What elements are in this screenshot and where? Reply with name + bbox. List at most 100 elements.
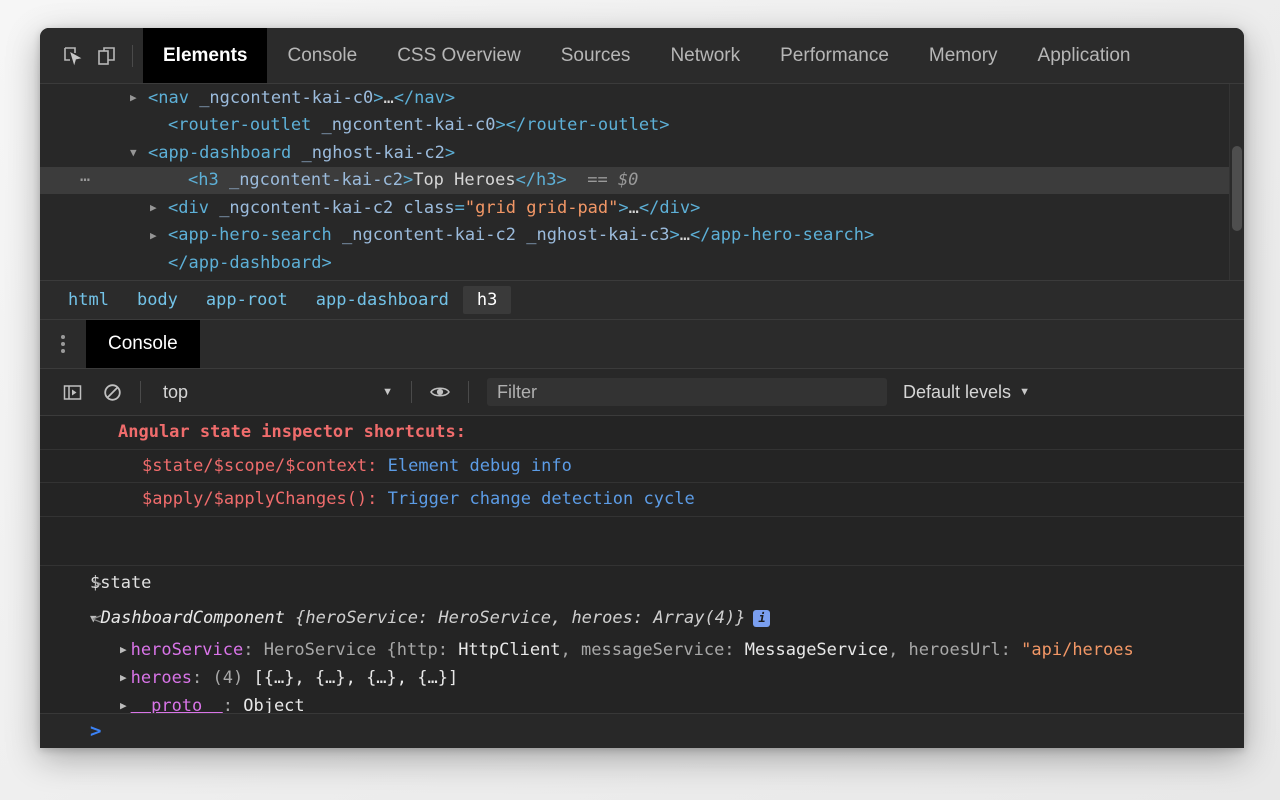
dom-token: = bbox=[455, 198, 465, 218]
tab-css-overview-label: CSS Overview bbox=[397, 45, 521, 67]
console-log-levels-select[interactable]: Default levels ▼ bbox=[903, 382, 1030, 403]
inspect-element-icon[interactable] bbox=[56, 41, 90, 71]
tab-sources[interactable]: Sources bbox=[541, 28, 651, 83]
tab-performance[interactable]: Performance bbox=[760, 28, 909, 83]
tab-css-overview[interactable]: CSS Overview bbox=[377, 28, 541, 83]
console-property-token: MessageService bbox=[745, 640, 888, 660]
console-input-gutter-icon: > bbox=[92, 574, 102, 593]
expand-triangle-icon[interactable]: ▶ bbox=[120, 699, 127, 712]
tab-application[interactable]: Application bbox=[1018, 28, 1151, 83]
dom-token: </app-hero-search> bbox=[690, 225, 874, 245]
dom-token: _nghost-kai-c2 bbox=[302, 143, 445, 163]
breadcrumb: html body app-root app-dashboard h3 bbox=[40, 280, 1244, 320]
console-message-row: $apply/$applyChanges(): Trigger change d… bbox=[40, 483, 1244, 517]
dom-token: _ngcontent-kai-c2 bbox=[229, 170, 403, 190]
console-empty-row bbox=[40, 517, 1244, 566]
expand-triangle-icon[interactable] bbox=[150, 202, 157, 213]
console-property-token: HttpClient bbox=[458, 640, 560, 660]
tab-console-label: Console bbox=[287, 45, 357, 67]
dom-tree-row[interactable]: <div _ngcontent-kai-c2 class="grid grid-… bbox=[40, 194, 1244, 222]
dom-token: ></router-outlet> bbox=[496, 115, 670, 135]
console-message-list: Angular state inspector shortcuts: $state… bbox=[40, 416, 1244, 517]
dom-tree-scrollbar-thumb[interactable] bbox=[1232, 146, 1242, 231]
breadcrumb-item-body[interactable]: body bbox=[123, 286, 192, 314]
breadcrumb-item-app-root[interactable]: app-root bbox=[192, 286, 302, 314]
dom-tree-row[interactable]: <router-outlet _ngcontent-kai-c0></route… bbox=[40, 112, 1244, 140]
console-filter-input[interactable] bbox=[487, 378, 887, 406]
dom-tree-row[interactable]: ⋯<h3 _ngcontent-kai-c2>Top Heroes</h3> =… bbox=[40, 167, 1244, 195]
dom-tree-row-clipped[interactable] bbox=[40, 277, 1244, 281]
expand-triangle-icon[interactable]: ▶ bbox=[120, 643, 127, 656]
console-result-gutter-icon: < bbox=[92, 609, 102, 628]
console-property-token: , messageService: bbox=[561, 640, 745, 660]
tab-memory[interactable]: Memory bbox=[909, 28, 1018, 83]
console-sidebar-icon[interactable] bbox=[52, 377, 92, 407]
console-input-echo: > $state bbox=[40, 566, 1244, 601]
drawer-tabbar: Console bbox=[40, 320, 1244, 369]
dom-token: > bbox=[403, 170, 413, 190]
dom-tree-row[interactable]: <app-dashboard _nghost-kai-c2> bbox=[40, 139, 1244, 167]
dom-tree-row[interactable]: <nav _ngcontent-kai-c0>…</nav> bbox=[40, 84, 1244, 112]
console-toolbar-divider bbox=[140, 381, 141, 403]
console-object-properties: ▶heroService: HeroService {http: HttpCli… bbox=[40, 636, 1244, 720]
console-context-select[interactable]: top ▼ bbox=[149, 382, 403, 403]
devtools-window: Elements Console CSS Overview Sources Ne… bbox=[40, 28, 1244, 748]
tab-network[interactable]: Network bbox=[650, 28, 760, 83]
clear-console-icon[interactable] bbox=[92, 377, 132, 407]
dom-token: > bbox=[445, 143, 455, 163]
console-property-row[interactable]: ▶heroService: HeroService {http: HttpCli… bbox=[40, 636, 1244, 664]
console-message-token: $apply/$applyChanges(): bbox=[142, 489, 388, 509]
dom-token: </h3> bbox=[516, 170, 567, 190]
expand-triangle-icon[interactable] bbox=[150, 230, 157, 241]
expand-triangle-icon[interactable]: ▶ bbox=[120, 671, 127, 684]
dom-token: _ngcontent-kai-c0 bbox=[199, 88, 373, 108]
dom-token: … bbox=[680, 225, 690, 245]
breadcrumb-item-app-dashboard[interactable]: app-dashboard bbox=[302, 286, 463, 314]
console-result-row[interactable]: < ▼ DashboardComponent {heroService: Her… bbox=[40, 601, 1244, 636]
console-log-levels-label: Default levels bbox=[903, 382, 1011, 403]
kebab-dot bbox=[61, 335, 65, 339]
dom-tree-panel[interactable]: <nav _ngcontent-kai-c0>…</nav><router-ou… bbox=[40, 84, 1244, 280]
breadcrumb-item-html[interactable]: html bbox=[54, 286, 123, 314]
dom-tree-row[interactable]: </app-dashboard> bbox=[40, 249, 1244, 277]
drawer-tab-console[interactable]: Console bbox=[86, 320, 200, 368]
tab-application-label: Application bbox=[1038, 45, 1131, 67]
console-property-token: : bbox=[243, 640, 263, 660]
devtools-main-tabbar: Elements Console CSS Overview Sources Ne… bbox=[40, 28, 1244, 84]
dom-token: Top Heroes bbox=[413, 170, 515, 190]
expand-triangle-icon[interactable] bbox=[130, 92, 137, 103]
more-options-icon[interactable] bbox=[40, 320, 86, 368]
dom-token: </nav> bbox=[394, 88, 455, 108]
dom-token: <div bbox=[168, 198, 219, 218]
kebab-dot bbox=[61, 349, 65, 353]
console-property-token: : bbox=[192, 668, 212, 688]
console-property-token: "api/heroes bbox=[1021, 640, 1134, 660]
tab-elements[interactable]: Elements bbox=[143, 28, 267, 83]
console-property-row[interactable]: ▶heroes: (4) [{…}, {…}, {…}, {…}] bbox=[40, 664, 1244, 692]
dom-token: "grid grid-pad" bbox=[465, 198, 619, 218]
dom-token: </div> bbox=[639, 198, 700, 218]
console-message-token: $state/$scope/$context: bbox=[142, 456, 388, 476]
dom-token: _ngcontent-kai-c2 _nghost-kai-c3 bbox=[342, 225, 670, 245]
dom-row-menu-icon[interactable]: ⋯ bbox=[80, 170, 91, 190]
console-message-token: Angular state inspector shortcuts: bbox=[118, 422, 466, 442]
console-property-token: {http: bbox=[387, 640, 459, 660]
console-messages-panel[interactable]: Angular state inspector shortcuts: $state… bbox=[40, 416, 1244, 748]
console-toolbar-divider bbox=[411, 381, 412, 403]
dom-tree-row[interactable]: <app-hero-search _ngcontent-kai-c2 _ngho… bbox=[40, 222, 1244, 250]
console-message-row: Angular state inspector shortcuts: bbox=[40, 416, 1244, 450]
console-property-token: (4) bbox=[213, 668, 254, 688]
live-expression-eye-icon[interactable] bbox=[420, 377, 460, 407]
dom-tree-lines: <nav _ngcontent-kai-c0>…</nav><router-ou… bbox=[40, 84, 1244, 280]
info-badge-icon[interactable]: i bbox=[753, 610, 770, 627]
console-message-row: $state/$scope/$context: Element debug in… bbox=[40, 450, 1244, 484]
dom-token: > bbox=[670, 225, 680, 245]
console-property-token: [{…}, {…}, {…}, {…}] bbox=[253, 668, 458, 688]
tab-console[interactable]: Console bbox=[267, 28, 377, 83]
collapse-triangle-icon[interactable] bbox=[130, 147, 137, 158]
device-toolbar-icon[interactable] bbox=[90, 41, 124, 71]
console-property-token: , heroesUrl: bbox=[888, 640, 1021, 660]
breadcrumb-item-h3[interactable]: h3 bbox=[463, 286, 511, 314]
console-prompt-row[interactable]: > bbox=[40, 713, 1244, 748]
dom-tree-scrollbar[interactable] bbox=[1229, 84, 1244, 280]
